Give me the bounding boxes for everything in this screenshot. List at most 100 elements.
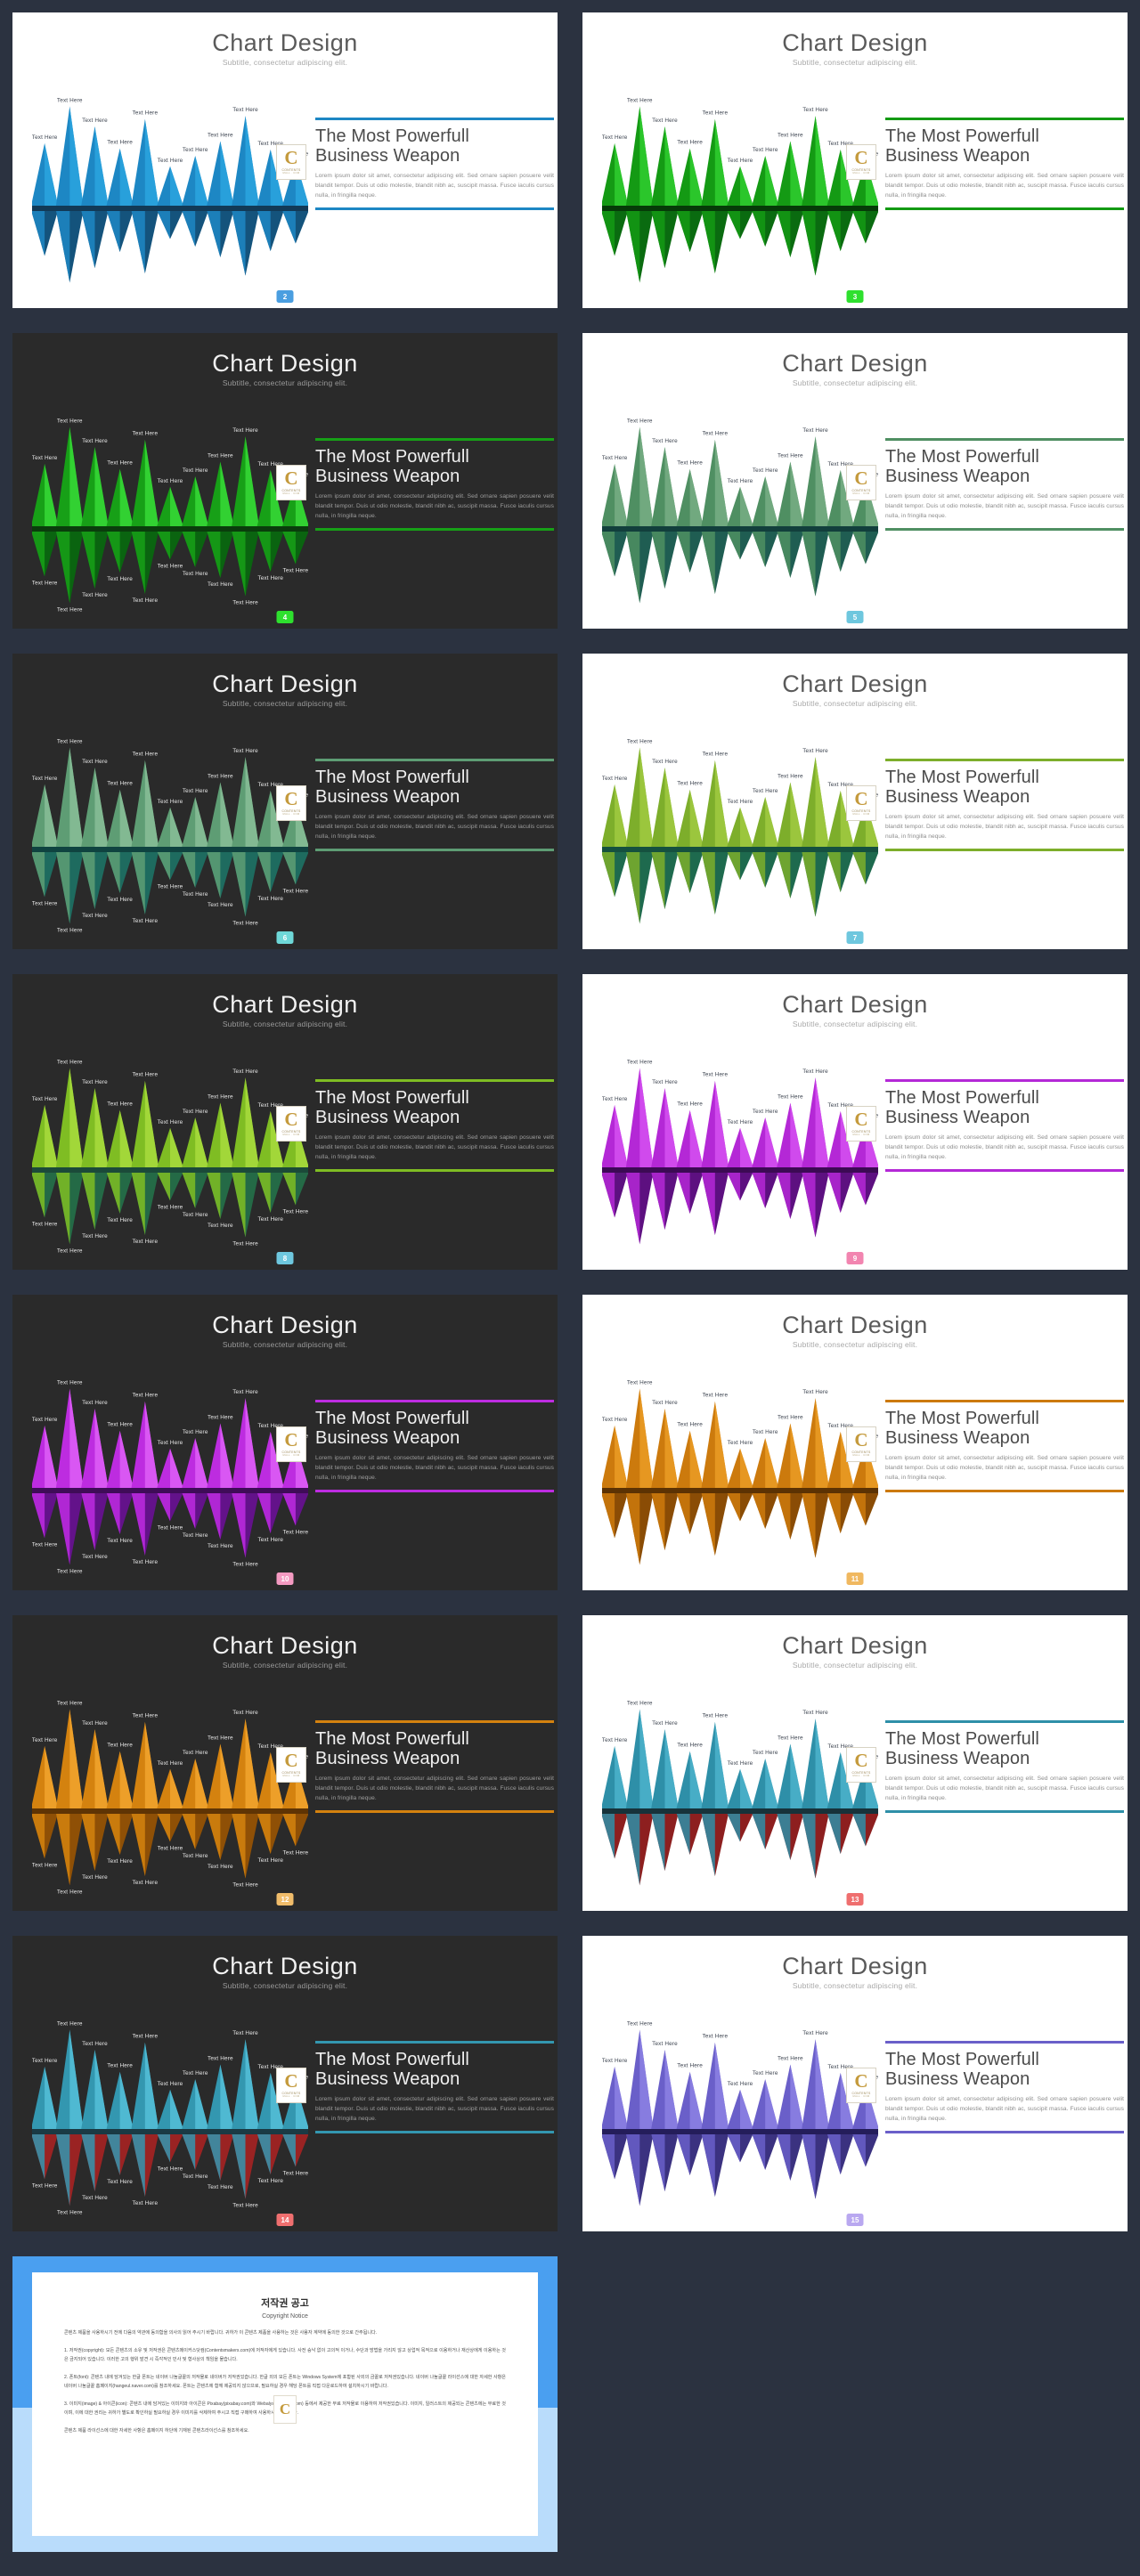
chart-label-bottom: Text Here <box>132 918 158 924</box>
logo-c-mark: C <box>854 1750 868 1771</box>
chart-label: Text Here <box>57 2021 83 2027</box>
chart[interactable]: Text Here Text Here Text Here Text Here Text… <box>602 395 878 618</box>
chart-peak-hl <box>245 2039 260 2132</box>
slide-11[interactable]: Chart Design Subtitle, consectetur adipi… <box>570 1282 1140 1603</box>
chart-reflection-hl <box>256 849 271 893</box>
chart-peak-hl <box>245 1077 260 1170</box>
slide-7[interactable]: Chart Design Subtitle, consectetur adipi… <box>570 641 1140 962</box>
slide-5[interactable]: Chart Design Subtitle, consectetur adipi… <box>570 321 1140 641</box>
chart[interactable]: Text Here Text Here Text Here Text Here Text… <box>32 1678 308 1900</box>
chart[interactable]: Text Here Text Here Text Here Text Here Text… <box>32 395 308 618</box>
chart-reflection-hl <box>625 2132 640 2206</box>
chart-peak-hl <box>790 1423 805 1491</box>
chart-reflection-hl <box>55 1491 70 1565</box>
chart-label-bottom: Text Here <box>283 568 308 574</box>
chart-label-bottom: Text Here <box>208 1223 233 1229</box>
page-number-badge[interactable]: 15 <box>846 2214 864 2226</box>
page-title: Chart Design <box>782 991 928 1018</box>
page-number-badge[interactable]: 2 <box>276 290 294 303</box>
slide-2[interactable]: Chart Design Subtitle, consectetur adipi… <box>0 0 570 321</box>
brand-logo: C CONTENTS MALL . COM <box>846 1106 876 1142</box>
body-text: Lorem ipsum dolor sit amet, consectetur … <box>315 2096 554 2122</box>
slide-10[interactable]: Chart Design Subtitle, consectetur adipi… <box>0 1282 570 1603</box>
slide-canvas: Chart Design Subtitle, consectetur adipi… <box>582 12 1128 308</box>
chart-reflection-hl <box>826 1811 841 1855</box>
slide-canvas: Chart Design Subtitle, consectetur adipi… <box>582 1936 1128 2231</box>
chart-label: Text Here <box>802 427 828 434</box>
chart[interactable]: Text Here Text Here Text Here Text Here Text… <box>32 1998 308 2221</box>
page-number-badge[interactable]: 13 <box>846 1893 864 1906</box>
chart[interactable]: Text Here Text Here Text Here Text Here Text… <box>602 1678 878 1900</box>
chart-reflection-hl <box>726 849 740 881</box>
chart[interactable]: Text Here Text Here Text Here Text Here Text… <box>32 716 308 939</box>
slide-6[interactable]: Chart Design Subtitle, consectetur adipi… <box>0 641 570 962</box>
page-number-badge[interactable]: 8 <box>276 1252 294 1264</box>
slide-header: Chart Design Subtitle, consectetur adipi… <box>12 351 558 388</box>
chart-label-bottom: Text Here <box>107 1217 133 1223</box>
chart[interactable]: Text Here Text Here Text Here Text Here Text… <box>602 1357 878 1580</box>
chart-peak-hl <box>815 1398 830 1491</box>
chart-label: Text Here <box>802 107 828 113</box>
chart-peak-hl <box>119 468 134 529</box>
chart-peak-hl <box>689 1751 704 1811</box>
slide-15[interactable]: Chart Design Subtitle, consectetur adipi… <box>570 1923 1140 2244</box>
chart[interactable]: Text Here Text Here Text Here Text Here Text… <box>602 1998 878 2221</box>
chart-axis-line <box>602 2129 878 2134</box>
chart-label-bottom: Text Here <box>158 1524 183 1531</box>
chart-label-bottom: Text Here <box>232 2203 258 2209</box>
chart-label-bottom: Text Here <box>183 571 208 577</box>
logo-c-mark: C <box>854 147 868 168</box>
chart-label: Text Here <box>753 147 778 153</box>
chart-label: Text Here <box>753 2070 778 2076</box>
page-number-badge[interactable]: 10 <box>276 1572 294 1585</box>
chart[interactable]: Text Here Text Here Text Here Text Here Text… <box>602 716 878 939</box>
chart-label: Text Here <box>82 1720 108 1727</box>
chart[interactable]: Text Here Text Here Text Here Text Here Text… <box>32 1036 308 1259</box>
page-number-badge[interactable]: 4 <box>276 611 294 623</box>
chart-label: Text Here <box>107 1743 133 1749</box>
chart-reflection-hl <box>625 1170 640 1245</box>
page-number-badge[interactable]: 14 <box>276 2214 294 2226</box>
chart[interactable]: Text Here Text Here Text Here Text Here Text… <box>602 1036 878 1259</box>
slide-3[interactable]: Chart Design Subtitle, consectetur adipi… <box>570 0 1140 321</box>
chart-label: Text Here <box>627 2021 653 2027</box>
chart-label: Text Here <box>778 132 803 138</box>
page-title: Chart Design <box>212 991 358 1018</box>
chart-axis-line <box>602 526 878 532</box>
page-number-badge[interactable]: 9 <box>846 1252 864 1264</box>
chart[interactable]: Text Here Text Here Text Here Text Here Text… <box>32 1357 308 1580</box>
chart-label: Text Here <box>158 2081 183 2087</box>
text-panel: The Most Powerfull Business Weapon Lorem … <box>315 1079 554 1172</box>
slide-8[interactable]: Chart Design Subtitle, consectetur adipi… <box>0 962 570 1282</box>
copyright-slide[interactable]: 저작권 공고 Copyright Notice 콘텐츠 제품을 사용하시기 전에… <box>0 2244 570 2564</box>
page-number-badge[interactable]: 7 <box>846 931 864 944</box>
chart-peak-hl <box>765 1438 779 1491</box>
chart-label: Text Here <box>232 107 258 113</box>
slide-4[interactable]: Chart Design Subtitle, consectetur adipi… <box>0 321 570 641</box>
slide-12[interactable]: Chart Design Subtitle, consectetur adipi… <box>0 1603 570 1923</box>
page-number-badge[interactable]: 11 <box>846 1572 864 1585</box>
page-number-badge[interactable]: 5 <box>846 611 864 623</box>
chart-label-bottom: Text Here <box>257 2178 283 2184</box>
headline: The Most Powerfull Business Weapon <box>315 446 469 486</box>
slide-13[interactable]: Chart Design Subtitle, consectetur adipi… <box>570 1603 1140 1923</box>
chart[interactable]: Text Here Text Here Text Here Text Here Text… <box>32 75 308 297</box>
slide-14[interactable]: Chart Design Subtitle, consectetur adipi… <box>0 1923 570 2244</box>
page-number-badge[interactable]: 3 <box>846 290 864 303</box>
chart-reflection-hl <box>726 2132 740 2163</box>
slide-9[interactable]: Chart Design Subtitle, consectetur adipi… <box>570 962 1140 1282</box>
body-text: Lorem ipsum dolor sit amet, consectetur … <box>885 1776 1124 1801</box>
chart[interactable]: Text Here Text Here Text Here Text Here Text… <box>602 75 878 297</box>
page-number-badge[interactable]: 12 <box>276 1893 294 1906</box>
chart-label-bottom: Text Here <box>32 580 58 586</box>
chart-reflection-hl <box>281 1491 296 1526</box>
chart-label-bottom: Text Here <box>183 2174 208 2180</box>
logo-tagline: MALL . COM <box>282 172 300 175</box>
page-number-badge[interactable]: 6 <box>276 931 294 944</box>
chart-reflection-hl <box>625 849 640 924</box>
rule-bottom <box>885 1810 1124 1813</box>
chart-peak-hl <box>119 1430 134 1491</box>
chart-label: Text Here <box>107 460 133 467</box>
chart-label: Text Here <box>802 2030 828 2036</box>
chart-reflection-hl <box>32 208 45 256</box>
